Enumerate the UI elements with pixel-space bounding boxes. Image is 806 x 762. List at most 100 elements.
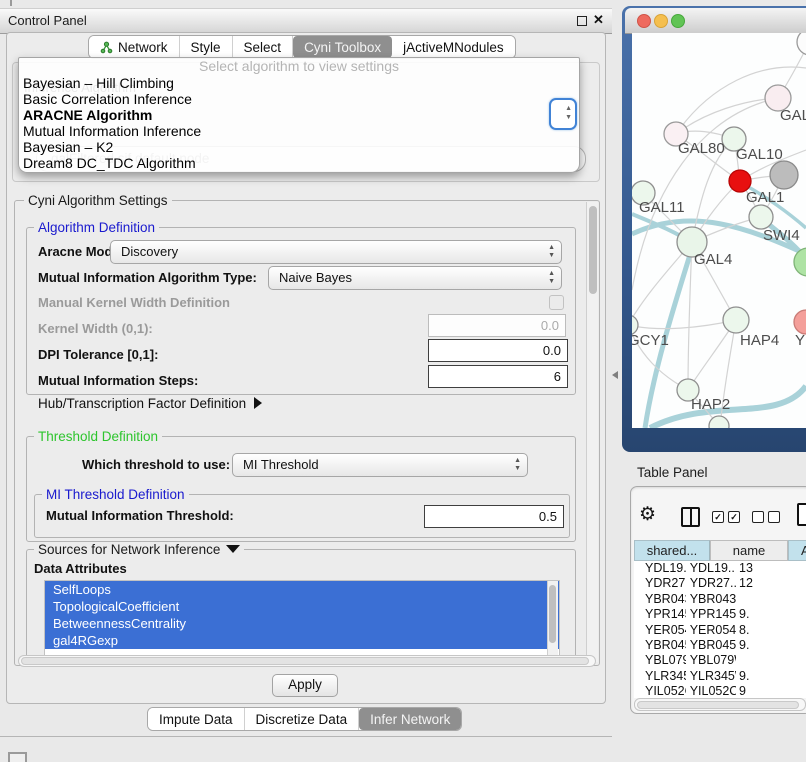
- network-node[interactable]: [770, 161, 798, 189]
- manual-kernel-checkbox[interactable]: [549, 295, 564, 310]
- mac-zoom-icon[interactable]: [671, 14, 685, 28]
- settings-scrollbar[interactable]: [586, 202, 598, 662]
- mac-minimize-icon[interactable]: [654, 14, 668, 28]
- settings-horizontal-scrollbar[interactable]: [18, 655, 596, 667]
- table-row[interactable]: YDL19...YDL19...13: [634, 561, 806, 576]
- focused-combo-fragment[interactable]: ▲▼: [549, 98, 577, 130]
- close-icon[interactable]: ✕: [593, 12, 604, 28]
- tab-network[interactable]: Network: [89, 36, 180, 58]
- data-attribute-selfloops[interactable]: SelfLoops: [45, 581, 559, 598]
- data-attribute-topologicalcoefficient[interactable]: TopologicalCoefficient: [45, 598, 559, 615]
- table-row[interactable]: YER054CYER054C8.: [634, 623, 806, 638]
- table-horizontal-scrollbar[interactable]: [634, 698, 806, 711]
- expand-right-icon: [254, 397, 262, 409]
- table-row[interactable]: YBR043CYBR043C: [634, 592, 806, 607]
- algorithm-option-basic-correlation-inference[interactable]: Basic Correlation Inference: [19, 91, 579, 107]
- network-node[interactable]: [749, 205, 773, 229]
- popup-hint: Select algorithm to view settings: [19, 58, 579, 75]
- settings-scrollbar-thumb[interactable]: [589, 206, 597, 294]
- table-cell: YLR345W: [634, 669, 686, 684]
- data-attribute-betweennesscentrality[interactable]: BetweennessCentrality: [45, 615, 559, 632]
- network-node[interactable]: [794, 310, 806, 334]
- dpi-tolerance-field[interactable]: 0.0: [428, 339, 568, 362]
- tab-impute-data[interactable]: Impute Data: [148, 708, 245, 730]
- column-header-a[interactable]: A: [788, 540, 806, 561]
- node-label-gal1: GAL1: [746, 189, 784, 206]
- table-cell: YBR043C: [634, 592, 686, 607]
- table-cell: 9.: [736, 607, 806, 622]
- table-row[interactable]: YBR045CYBR045C9.: [634, 638, 806, 653]
- column-header-shared[interactable]: shared...: [634, 540, 710, 561]
- network-icon: [100, 41, 113, 54]
- table-row[interactable]: YBL079WYBL079W: [634, 653, 806, 668]
- table-hscroll-thumb[interactable]: [637, 701, 799, 709]
- tab-style[interactable]: Style: [180, 36, 233, 58]
- table-cell: YBL079W: [686, 653, 736, 668]
- algorithm-option-bayesian-hill-climbing[interactable]: Bayesian – Hill Climbing: [19, 75, 579, 91]
- which-threshold-combo[interactable]: MI Threshold ▲▼: [232, 453, 528, 477]
- checked-box-icon: ✓: [728, 511, 740, 523]
- list-scrollbar[interactable]: [547, 581, 558, 655]
- tab-label: jActiveMNodules: [403, 40, 504, 55]
- mac-close-icon[interactable]: [637, 14, 651, 28]
- splitter-collapse-icon[interactable]: [612, 371, 618, 379]
- tab-discretize-data[interactable]: Discretize Data: [245, 708, 360, 730]
- float-window-icon[interactable]: [577, 16, 587, 26]
- network-edge[interactable]: [632, 320, 736, 329]
- hub-definition-toggle[interactable]: Hub/Transcription Factor Definition: [38, 396, 262, 411]
- checked-box-icon: ✓: [712, 511, 724, 523]
- combo-arrows-icon: ▲▼: [514, 457, 521, 473]
- table-body: YDL19...YDL19...13YDR27...YDR27...12YBR0…: [634, 561, 806, 698]
- table-row[interactable]: YLR345WYLR345W9.: [634, 669, 806, 684]
- tab-select[interactable]: Select: [233, 36, 294, 58]
- node-label-hap2: HAP2: [691, 396, 730, 413]
- column-header-name[interactable]: name: [710, 540, 788, 561]
- table-row[interactable]: YDR27...YDR27...12: [634, 576, 806, 591]
- sources-group-title[interactable]: Sources for Network Inference: [34, 542, 244, 557]
- show-columns-icon[interactable]: ✓ ✓: [712, 511, 740, 523]
- mi-threshold-field[interactable]: 0.5: [424, 505, 564, 528]
- kernel-width-field[interactable]: 0.0: [428, 314, 566, 337]
- aracne-mode-combo[interactable]: Discovery ▲▼: [110, 240, 562, 264]
- table-cell: YBR045C: [634, 638, 686, 653]
- table-header: shared...nameA: [634, 540, 806, 561]
- node-label-hap4: HAP4: [740, 332, 779, 349]
- which-threshold-value: MI Threshold: [243, 457, 319, 472]
- table-row[interactable]: YPR145WYPR145W9.: [634, 607, 806, 622]
- algorithm-option-mutual-information-inference[interactable]: Mutual Information Inference: [19, 123, 579, 139]
- hide-columns-icon[interactable]: [752, 511, 780, 523]
- list-scrollbar-thumb[interactable]: [549, 585, 556, 643]
- algorithm-option-aracne-algorithm[interactable]: ARACNE Algorithm: [19, 107, 579, 123]
- gear-icon[interactable]: ⚙: [639, 504, 656, 526]
- data-attribute-gal4rgexp[interactable]: gal4RGexp: [45, 632, 559, 649]
- network-node[interactable]: [723, 307, 749, 333]
- control-panel-titlebar: Control Panel ✕: [0, 8, 612, 34]
- mi-type-value: Naive Bayes: [279, 270, 352, 285]
- apply-button[interactable]: Apply: [272, 674, 338, 697]
- mi-type-combo[interactable]: Naive Bayes ▲▼: [268, 266, 562, 290]
- table-cell: 9: [736, 684, 806, 698]
- unchecked-box-icon: [752, 511, 764, 523]
- network-canvas[interactable]: GALGAL80GAL10GAL1GAL11SWI4GAL4GCY1HAP4YH…: [632, 33, 806, 428]
- settings-hscroll-thumb[interactable]: [21, 657, 589, 665]
- tab-cyni-toolbox[interactable]: Cyni Toolbox: [293, 36, 392, 58]
- aracne-mode-value: Discovery: [121, 244, 178, 259]
- mi-steps-field[interactable]: 6: [428, 365, 568, 388]
- table-cell: [736, 592, 806, 607]
- table-cell: YIL052C: [686, 684, 736, 698]
- export-table-icon[interactable]: [797, 503, 806, 526]
- tab-label: Select: [244, 40, 282, 55]
- algorithm-option-dream8-dc-tdc-algorithm[interactable]: Dream8 DC_TDC Algorithm: [19, 155, 579, 171]
- control-panel-title: Control Panel: [8, 9, 87, 33]
- combo-arrows-icon: ▲▼: [548, 244, 555, 260]
- table-row[interactable]: YIL052CYIL052C9: [634, 684, 806, 698]
- collapsed-panel-icon[interactable]: [8, 752, 27, 762]
- network-node[interactable]: [797, 33, 806, 55]
- columns-icon[interactable]: [681, 507, 700, 527]
- settings-group-title: Cyni Algorithm Settings: [24, 193, 172, 208]
- tab-infer-network[interactable]: Infer Network: [359, 708, 461, 730]
- network-window-titlebar[interactable]: [625, 8, 806, 34]
- algorithm-option-bayesian-k2[interactable]: Bayesian – K2: [19, 139, 579, 155]
- table-cell: 12: [736, 576, 806, 591]
- tab-jactivemnodules[interactable]: jActiveMNodules: [392, 36, 515, 58]
